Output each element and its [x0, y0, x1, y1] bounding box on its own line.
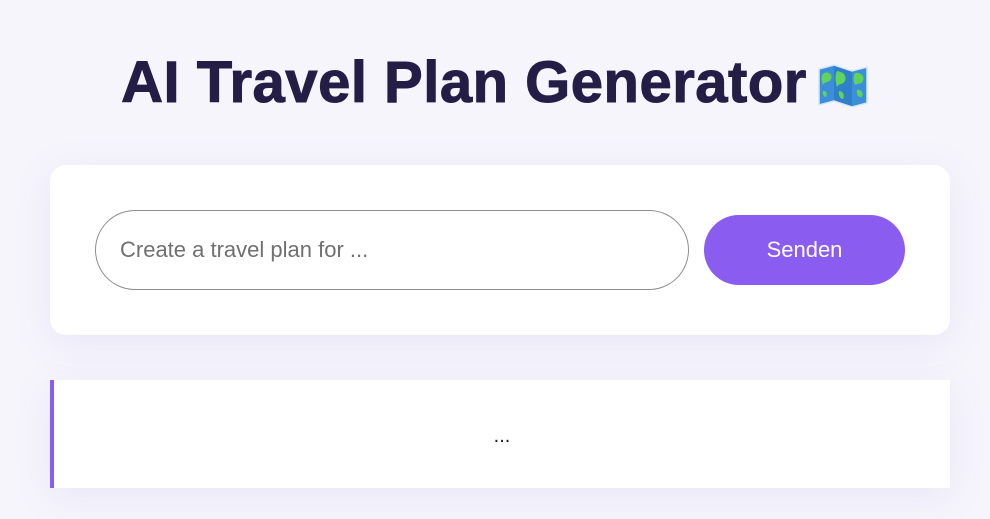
- header: AI Travel Plan Generator: [0, 48, 990, 118]
- world-map-icon: [817, 63, 869, 109]
- result-text: ...: [493, 425, 511, 447]
- page: AI Travel Plan Generator Senden ...: [0, 0, 990, 519]
- page-title: AI Travel Plan Generator: [121, 50, 807, 115]
- input-card: Senden: [50, 165, 950, 335]
- result-panel: ...: [50, 380, 950, 488]
- send-button[interactable]: Senden: [704, 215, 905, 285]
- travel-plan-input[interactable]: [95, 210, 689, 290]
